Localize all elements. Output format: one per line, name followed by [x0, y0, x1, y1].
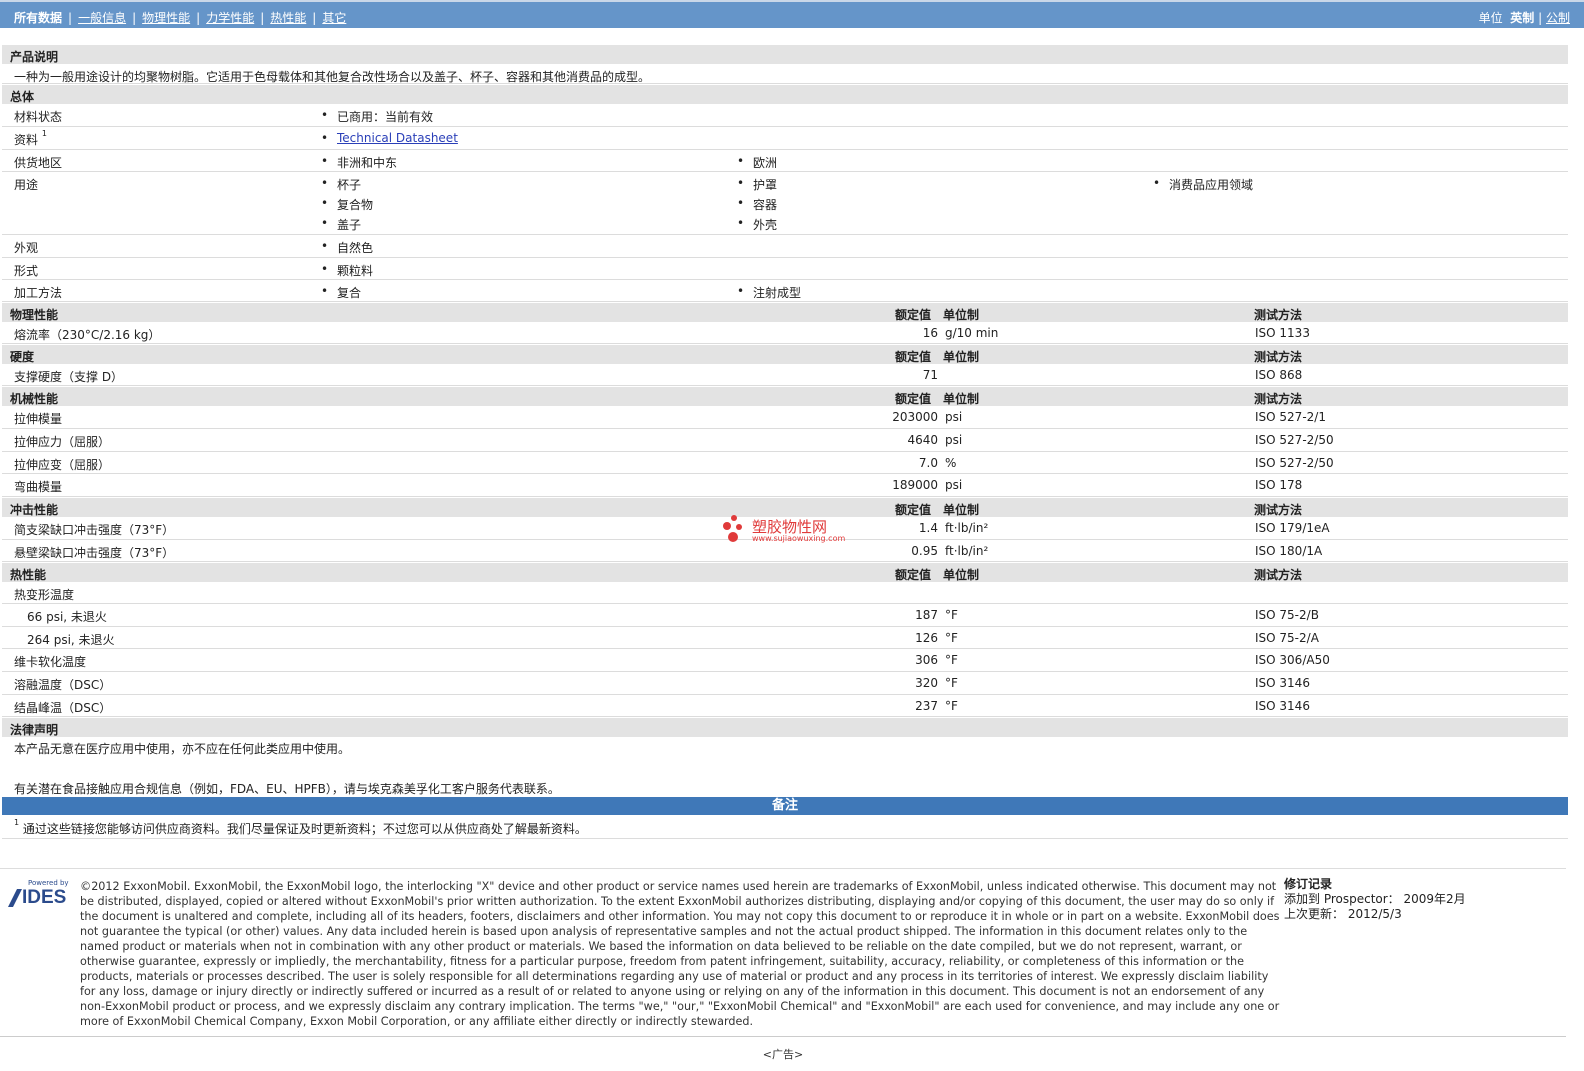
rev-added: 添加到 Prospector： 2009年2月 [1284, 892, 1466, 906]
unit-metric[interactable]: 公制 [1546, 11, 1570, 25]
ides-logo: Powered by IDES [8, 879, 69, 909]
footnote-text: 通过这些链接您能够访问供应商资料。我们尽量保证及时更新资料；不过您可以从供应商处… [22, 822, 587, 836]
table-row: 264 psi, 未退火 126 °F ISO 75-2/A [2, 627, 1568, 649]
watermark: 塑胶物性网 www.sujiaowuxing.com [722, 514, 845, 547]
row-docs: 资料 1 Technical Datasheet [2, 127, 1568, 150]
table-row: 弯曲模量 189000 psi ISO 178 [2, 474, 1568, 497]
legal-line-1: 本产品无意在医疗应用中使用，亦不应在任何此类应用中使用。 [14, 742, 351, 756]
table-row: 熔流率（230°C/2.16 kg） 16 g/10 min ISO 1133 [2, 322, 1568, 344]
notes-header: 备注 [2, 797, 1568, 815]
row-form: 形式 颗粒料 [2, 258, 1568, 280]
section-header-product: 产品说明 [2, 44, 1568, 64]
legal-line-2: 有关潜在食品接触应用合规信息（例如，FDA、EU、HPFB），请与埃克森美孚化工… [14, 782, 560, 796]
section-nav: 所有数据 | 一般信息 | 物理性能 | 力学性能 | 热性能 | 其它 [14, 11, 347, 25]
nav-physical[interactable]: 物理性能 [142, 11, 190, 25]
rev-updated: 上次更新： 2012/5/3 [1284, 907, 1402, 921]
watermark-dots-icon [723, 515, 742, 542]
unit-imperial[interactable]: 英制 [1510, 11, 1534, 25]
table-row: 拉伸应力（屈服） 4640 psi ISO 527-2/50 [2, 429, 1568, 452]
revision-history: 修订记录 添加到 Prospector： 2009年2月 上次更新： 2012/… [1284, 877, 1466, 921]
table-row: 66 psi, 未退火 187 °F ISO 75-2/B [2, 604, 1568, 627]
nav-all-data[interactable]: 所有数据 [14, 11, 62, 25]
section-header-general: 总体 [2, 84, 1568, 104]
footnote-row: 1 通过这些链接您能够访问供应商资料。我们尽量保证及时更新资料；不过您可以从供应… [2, 815, 1568, 839]
footer-divider [0, 1036, 1566, 1037]
row-appearance: 外观 自然色 [2, 235, 1568, 258]
units-label: 单位 [1478, 11, 1503, 25]
copyright-text: ©2012 ExxonMobil. ExxonMobil, the ExxonM… [80, 880, 1280, 1028]
section-header-mechanical: 机械性能 额定值 单位制 测试方法 [2, 386, 1568, 406]
product-description-row: 一种为一般用途设计的均聚物树脂。它适用于色母载体和其他复合改性场合以及盖子、杯子… [2, 64, 1568, 84]
watermark-url: www.sujiaowuxing.com [752, 534, 846, 543]
table-row: 热变形温度 [2, 582, 1568, 604]
nav-general-info[interactable]: 一般信息 [78, 11, 126, 25]
product-description: 一种为一般用途设计的均聚物树脂。它适用于色母载体和其他复合改性场合以及盖子、杯子… [14, 70, 651, 84]
table-row: 拉伸模量 203000 psi ISO 527-2/1 [2, 406, 1568, 429]
row-uses: 用途 杯子 复合物 盖子 护罩 容器 外壳 消费品应用领域 [2, 172, 1568, 235]
table-row: 结晶峰温（DSC） 237 °F ISO 3146 [2, 695, 1568, 717]
unit-switcher: 单位 英制 | 公制 [1478, 11, 1570, 25]
table-row: 溶融温度（DSC） 320 °F ISO 3146 [2, 672, 1568, 695]
section-header-thermal: 热性能 额定值 单位制 测试方法 [2, 562, 1568, 582]
footer: Powered by IDES ©2012 ExxonMobil. ExxonM… [0, 868, 1566, 1028]
datasheet: 产品说明 一种为一般用途设计的均聚物树脂。它适用于色母载体和其他复合改性场合以及… [2, 44, 1568, 839]
ides-slash-icon [8, 889, 22, 907]
section-header-impact: 冲击性能 额定值 单位制 测试方法 [2, 497, 1568, 517]
section-header-hardness: 硬度 额定值 单位制 测试方法 [2, 344, 1568, 364]
row-process: 加工方法 复合 注射成型 [2, 280, 1568, 302]
status-value: 已商用：当前有效 [321, 108, 433, 125]
row-supply: 供货地区 非洲和中东 欧洲 [2, 150, 1568, 172]
section-header-physical: 物理性能 额定值 单位制 测试方法 [2, 302, 1568, 322]
table-row: 支撑硬度（支撑 D） 71 ISO 868 [2, 364, 1568, 386]
legal-statements: 本产品无意在医疗应用中使用，亦不应在任何此类应用中使用。 有关潜在食品接触应用合… [2, 737, 1568, 797]
section-header-legal: 法律声明 [2, 717, 1568, 737]
table-row: 维卡软化温度 306 °F ISO 306/A50 [2, 649, 1568, 672]
nav-other[interactable]: 其它 [322, 11, 346, 25]
table-row: 拉伸应变（屈服） 7.0 % ISO 527-2/50 [2, 452, 1568, 474]
table-row: 悬壁梁缺口冲击强度（73°F） 0.95 ft·lb/in² ISO 180/1… [2, 540, 1568, 562]
row-status: 材料状态 已商用：当前有效 [2, 104, 1568, 127]
technical-datasheet-link[interactable]: Technical Datasheet [337, 131, 458, 145]
ad-label: <广告> [762, 1048, 804, 1061]
top-nav-bar: 所有数据 | 一般信息 | 物理性能 | 力学性能 | 热性能 | 其它 单位 英制 | 公制 [0, 0, 1584, 28]
nav-thermal[interactable]: 热性能 [270, 11, 306, 25]
nav-mechanical[interactable]: 力学性能 [206, 11, 254, 25]
